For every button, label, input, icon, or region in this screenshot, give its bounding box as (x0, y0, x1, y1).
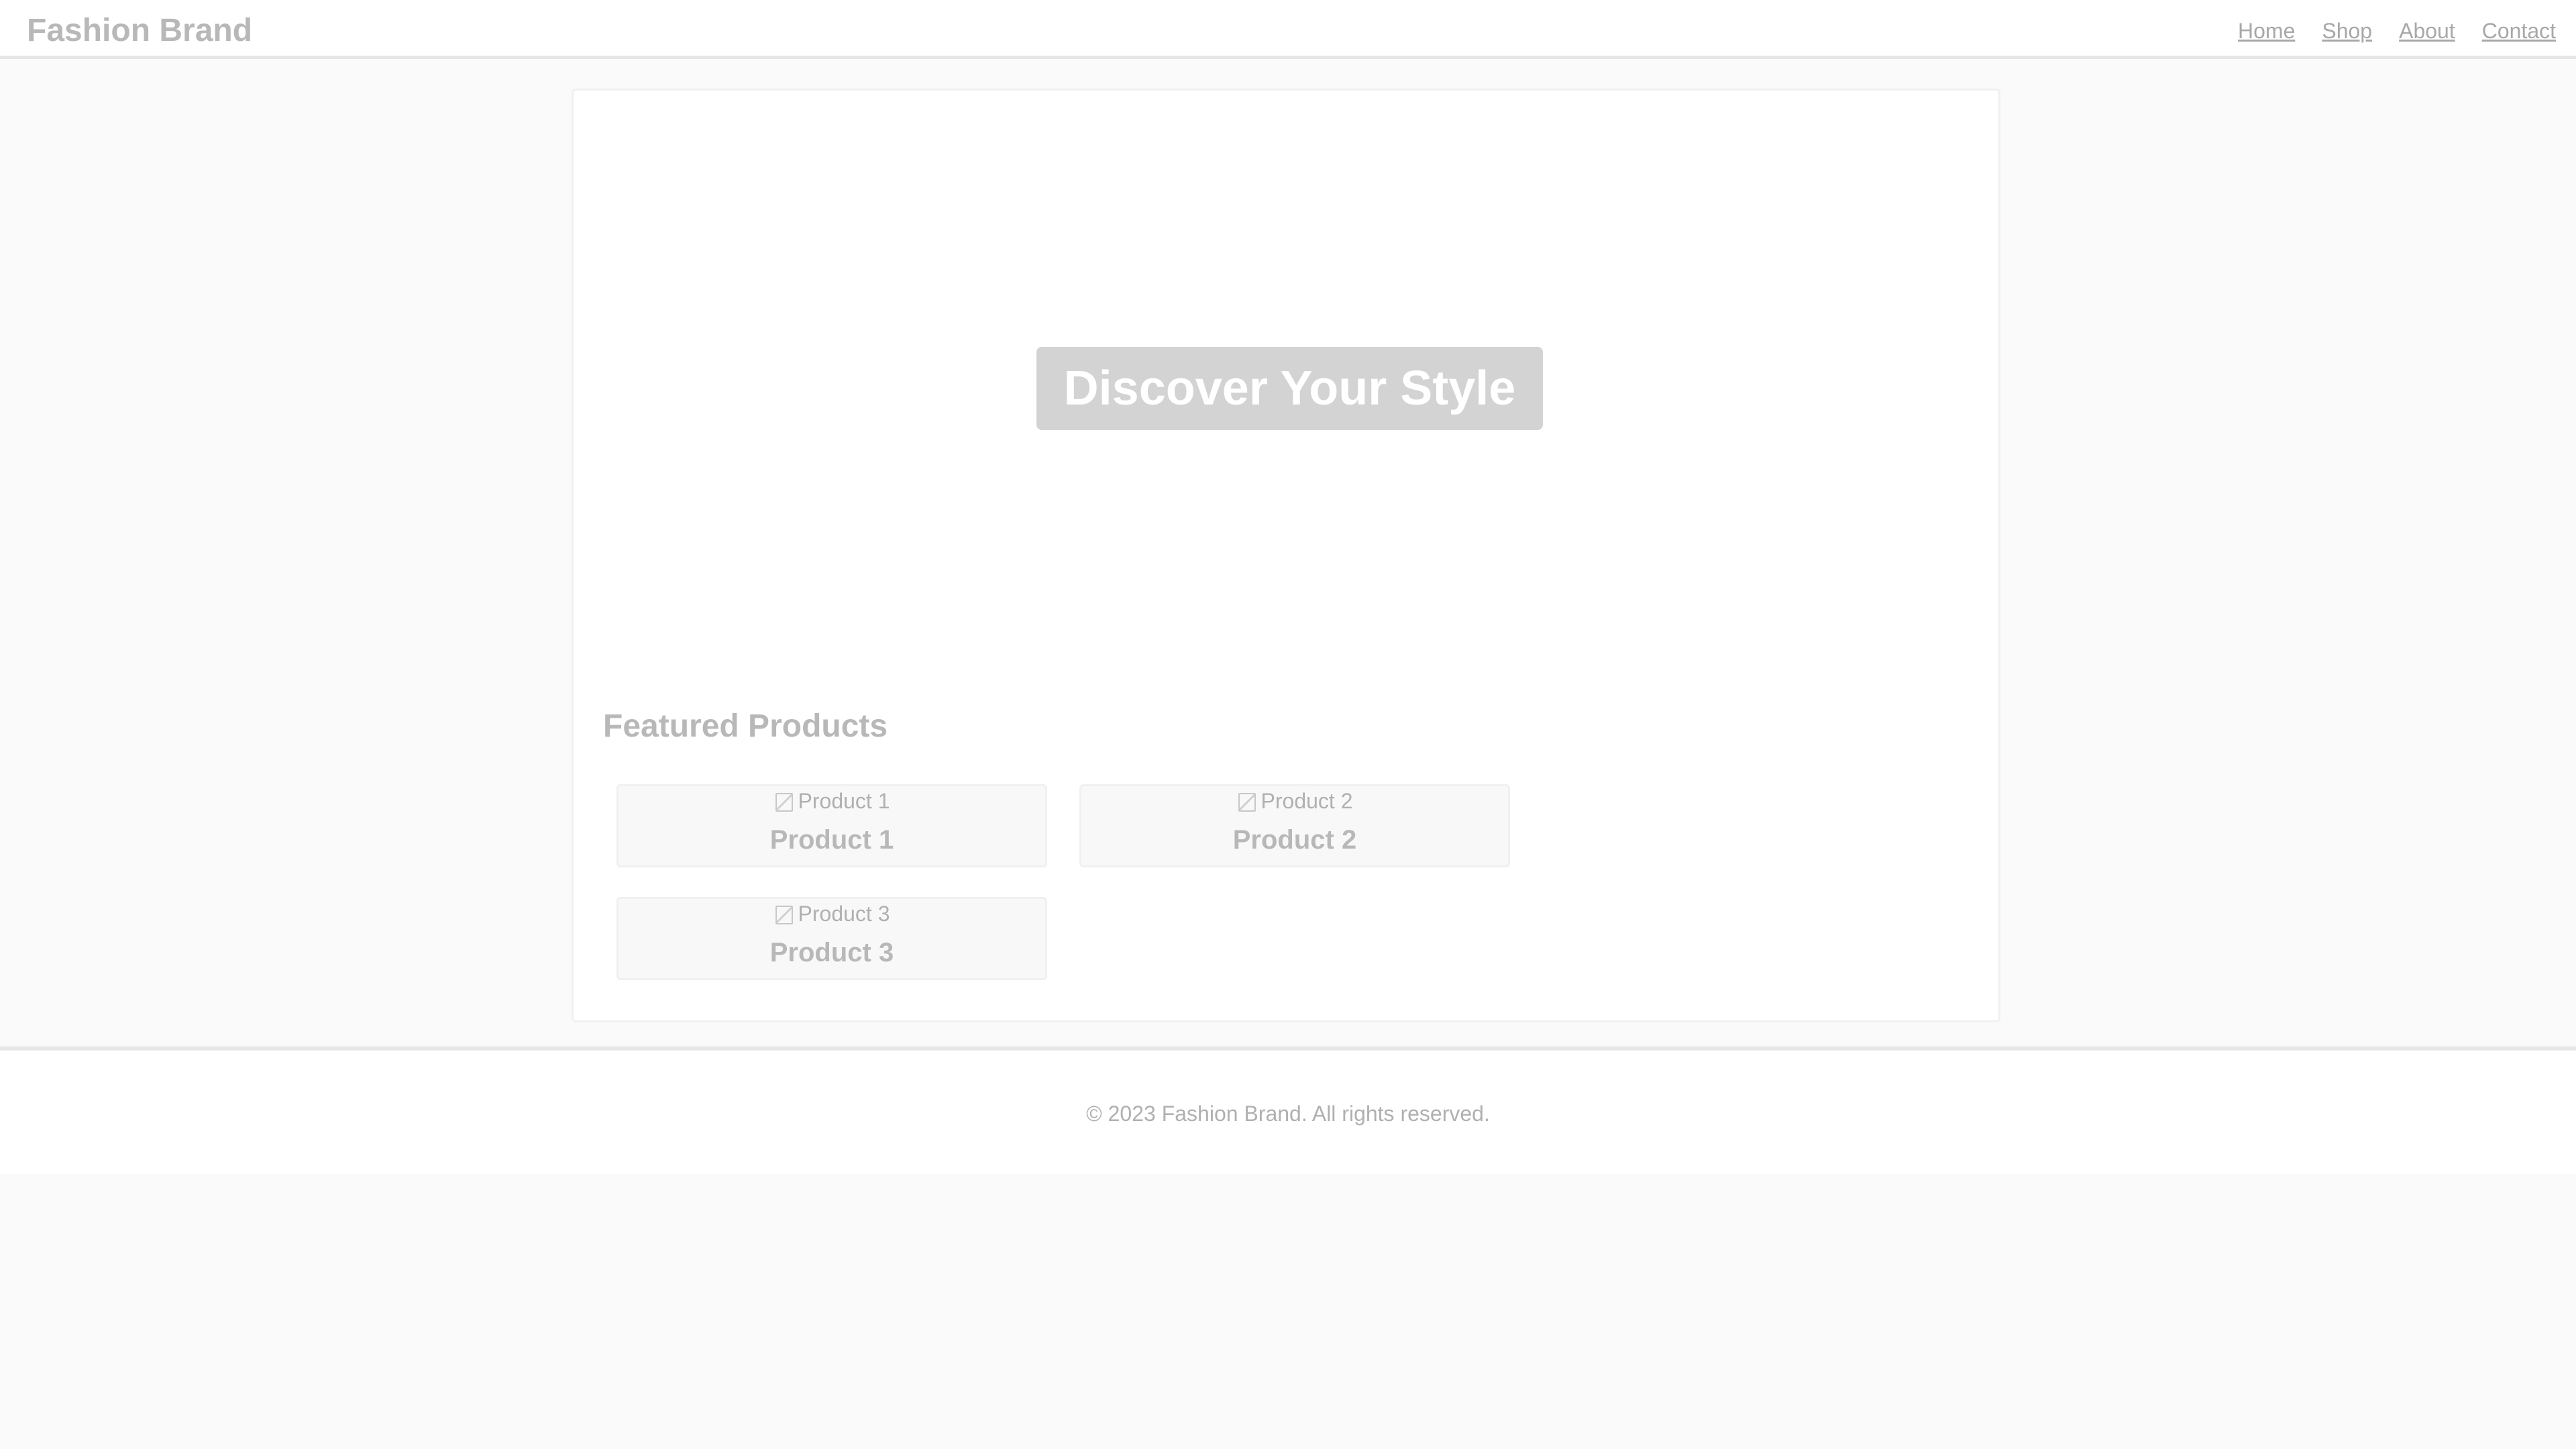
product-name: Product 1 (769, 825, 894, 855)
site-header: Fashion Brand Home Shop About Contact (0, 0, 2576, 59)
main-nav: Home Shop About Contact (2238, 17, 2556, 44)
copyright-text: © 2023 Fashion Brand. All rights reserve… (1086, 1102, 1490, 1126)
broken-image-icon (774, 790, 794, 812)
product-image[interactable]: Product 1 (619, 786, 1045, 816)
product-card-1[interactable]: Product 1 Product 1 (616, 784, 1047, 867)
product-image-alt: Product 1 (798, 788, 890, 813)
broken-image-icon (1237, 790, 1257, 812)
product-name: Product 2 (1232, 825, 1357, 855)
nav-link-about[interactable]: About (2399, 17, 2455, 44)
nav-link-home[interactable]: Home (2238, 17, 2295, 44)
nav-link-shop[interactable]: Shop (2322, 17, 2372, 44)
site-footer: © 2023 Fashion Brand. All rights reserve… (0, 1046, 2576, 1174)
product-image[interactable]: Product 3 (619, 899, 1045, 928)
product-card-2[interactable]: Product 2 Product 2 (1079, 784, 1510, 867)
hero-title: Discover Your Style (1036, 347, 1543, 430)
product-image[interactable]: Product 2 (1081, 786, 1508, 816)
product-name: Product 3 (769, 938, 894, 967)
product-image-alt: Product 2 (1260, 788, 1353, 813)
main-content: Discover Your Style Featured Products Pr… (572, 89, 2000, 1022)
featured-products-title: Featured Products (603, 708, 888, 744)
nav-link-contact[interactable]: Contact (2482, 17, 2556, 44)
product-card-3[interactable]: Product 3 Product 3 (616, 897, 1047, 980)
brand-logo[interactable]: Fashion Brand (27, 11, 252, 51)
broken-image-icon (774, 903, 794, 924)
product-image-alt: Product 3 (798, 901, 890, 926)
